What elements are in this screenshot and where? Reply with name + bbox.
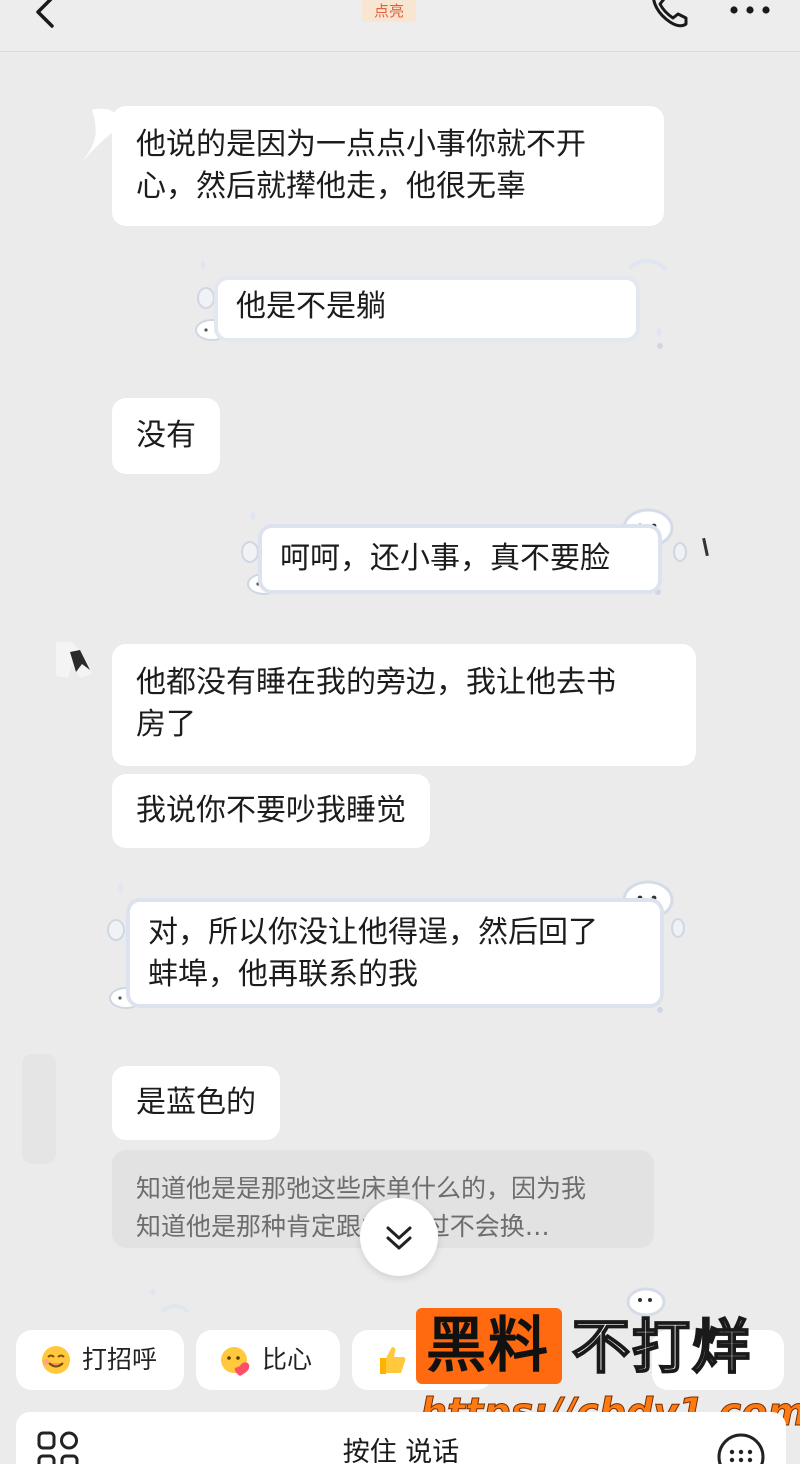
message-bubble-left[interactable]: 他都没有睡在我的旁边，我让他去书 房了: [112, 644, 696, 766]
cat-sticker-icon: [626, 1287, 666, 1316]
watermark-text: 不打烊: [571, 1312, 753, 1382]
call-button[interactable]: [646, 0, 692, 30]
keyboard-icon: [717, 1433, 765, 1464]
avatar-partial-image: [56, 642, 92, 678]
message-text: 蚌埠，他再联系的我: [148, 957, 418, 992]
message-bubble-right[interactable]: 呵呵，还小事，真不要脸: [258, 524, 662, 594]
double-chevron-down-icon: [386, 1226, 412, 1250]
message-bubble-right[interactable]: 对，所以你没让他得逞，然后回了 蚌埠，他再联系的我: [126, 898, 664, 1008]
back-button[interactable]: [26, 0, 66, 32]
message-bubble-left[interactable]: 没有: [112, 398, 220, 474]
hold-to-talk-button[interactable]: 按住 说话: [16, 1430, 786, 1464]
chip-label: 比心: [262, 1345, 313, 1374]
message-text: 他都没有睡在我的旁边，我让他去书: [136, 665, 616, 700]
message-text: 他是不是躺: [236, 289, 386, 324]
chat-header: 点亮: [0, 0, 800, 52]
message-bubble-left[interactable]: 是蓝色的: [112, 1066, 280, 1140]
more-dots-icon: [730, 6, 770, 14]
chat-input-bar: 按住 说话: [16, 1412, 786, 1464]
message-text: 没有: [136, 418, 196, 453]
message-text: 心，然后就撵他走，他很无辜: [136, 169, 526, 204]
sticker-decoration: [150, 1287, 190, 1314]
thumbs-up-emoji-icon: [380, 1347, 406, 1374]
message-text: 房了: [136, 707, 196, 742]
phone-icon: [652, 0, 688, 28]
watermark-text: 黑料: [426, 1311, 550, 1381]
avatar[interactable]: [52, 638, 100, 684]
chat-title-badge: 点亮: [362, 0, 417, 22]
more-options-button[interactable]: [726, 0, 776, 26]
quick-reply-greet[interactable]: 打招呼: [16, 1330, 184, 1390]
quick-reply-heart[interactable]: 比心: [196, 1330, 340, 1390]
message-bubble-right[interactable]: 他是不是躺: [214, 276, 640, 342]
keyboard-button[interactable]: [716, 1432, 766, 1464]
message-bubble-left[interactable]: 我说你不要吵我睡觉: [112, 774, 430, 848]
message-text: 他说的是因为一点点小事你就不开: [136, 127, 586, 162]
chip-label: 打招呼: [82, 1345, 158, 1374]
message-text: 我说你不要吵我睡觉: [136, 793, 406, 828]
message-text: 是蓝色的: [136, 1085, 256, 1120]
message-bubble-left[interactable]: 他说的是因为一点点小事你就不开 心，然后就撵他走，他很无辜: [112, 106, 664, 226]
back-arrow-icon: [36, 0, 54, 28]
scribble-mark: [702, 537, 709, 557]
heart-hands-emoji-icon: [221, 1347, 250, 1376]
avatar[interactable]: [22, 1054, 56, 1164]
watermark-logo: 黑料: [416, 1308, 562, 1384]
scroll-to-bottom-button[interactable]: [360, 1198, 438, 1276]
message-text: 对，所以你没让他得逞，然后回了: [148, 915, 598, 950]
message-text: 呵呵，还小事，真不要脸: [280, 541, 610, 576]
smile-emoji-icon: [42, 1346, 70, 1374]
